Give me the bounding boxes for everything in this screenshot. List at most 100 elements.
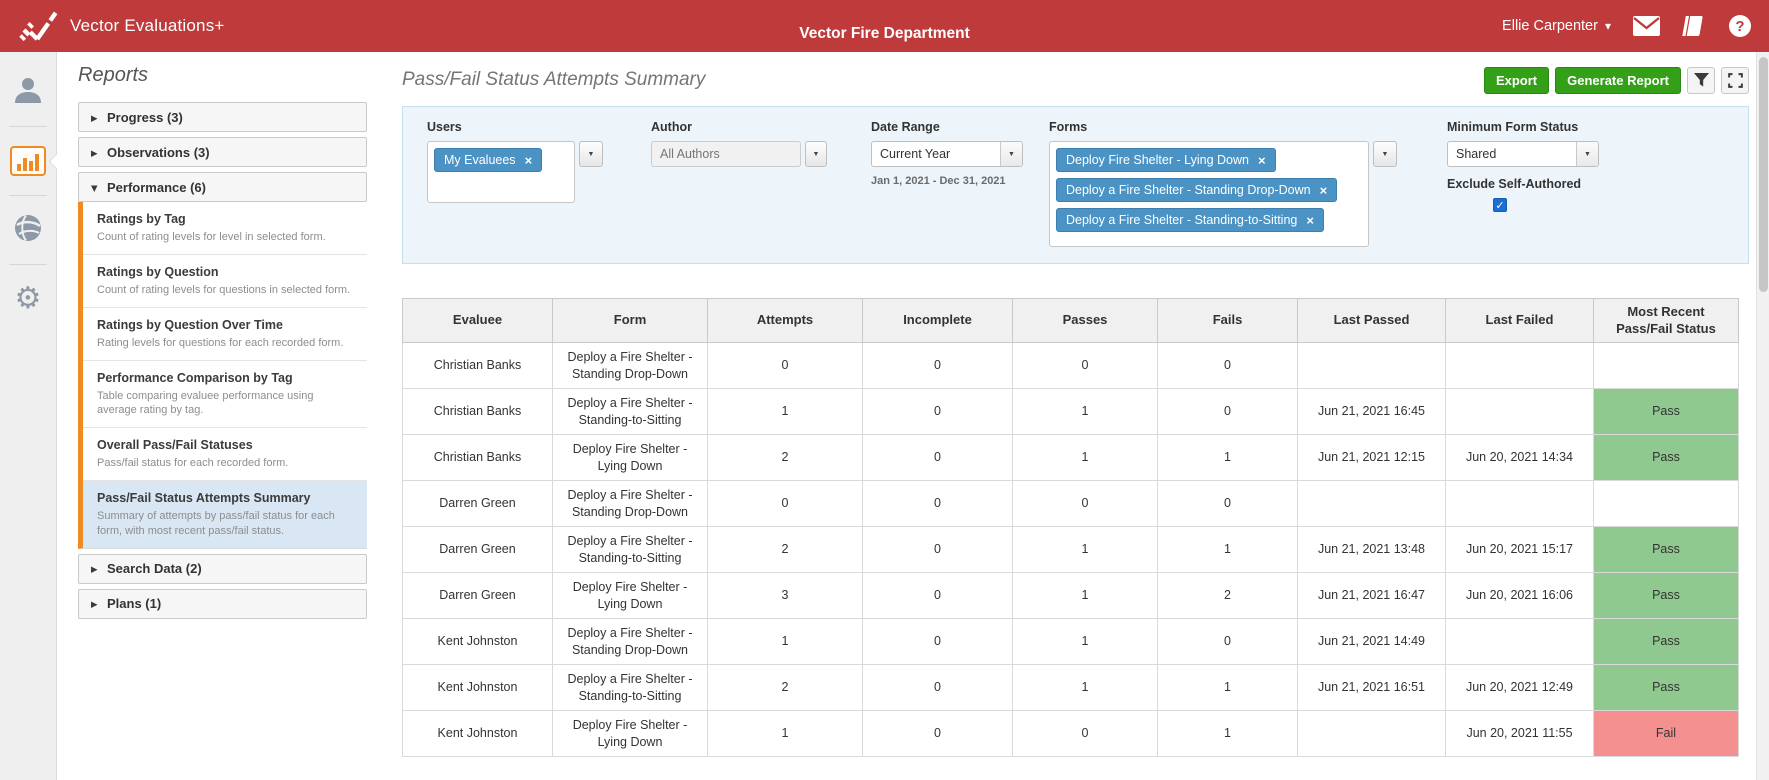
section-label: Observations (3) — [107, 144, 210, 160]
fullscreen-icon — [1727, 72, 1743, 88]
filter-chip-my-evaluees[interactable]: My Evaluees — [434, 148, 543, 172]
cell-fails: 1 — [1157, 664, 1298, 711]
funnel-icon — [1693, 72, 1709, 87]
cell-status: Fail — [1593, 710, 1739, 757]
report-item-title: Performance Comparison by Tag — [97, 370, 293, 385]
filter-chip-form-1[interactable]: Deploy Fire Shelter - Lying Down — [1056, 148, 1276, 172]
nav-rail — [0, 52, 65, 780]
report-item-overall-pass-fail-statuses[interactable]: Overall Pass/Fail Statuses Pass/fail sta… — [83, 428, 367, 482]
cell-fails: 1 — [1157, 710, 1298, 757]
column-header-last-failed: Last Failed — [1445, 298, 1594, 343]
report-item-performance-comparison-by-tag[interactable]: Performance Comparison by Tag Table comp… — [83, 361, 367, 429]
vertical-scrollbar[interactable] — [1756, 52, 1769, 780]
cell-fails: 0 — [1157, 480, 1298, 527]
section-progress[interactable]: Progress (3) — [78, 102, 367, 132]
report-item-desc: Count of rating levels for questions in … — [97, 283, 351, 296]
remove-icon[interactable] — [1306, 214, 1314, 227]
divider — [9, 126, 47, 127]
chevron-right-icon — [91, 110, 107, 125]
help-icon[interactable] — [1729, 15, 1751, 37]
remove-icon[interactable] — [1258, 154, 1266, 167]
cell-status: Pass — [1593, 526, 1739, 573]
column-header-incomplete: Incomplete — [862, 298, 1013, 343]
cell-form: Deploy a Fire Shelter - Standing Drop-Do… — [552, 480, 708, 527]
filter-chip-form-2[interactable]: Deploy a Fire Shelter - Standing Drop-Do… — [1056, 178, 1338, 202]
forms-multiselect[interactable]: Deploy Fire Shelter - Lying Down Deploy … — [1049, 141, 1369, 247]
cell-fails: 1 — [1157, 434, 1298, 481]
forms-dropdown-button[interactable] — [1373, 141, 1397, 167]
cell-incomplete: 0 — [862, 342, 1013, 389]
min-form-status-select[interactable]: Shared — [1447, 141, 1599, 167]
users-multiselect[interactable]: My Evaluees — [427, 141, 575, 203]
cell-last-passed: Jun 21, 2021 16:47 — [1297, 572, 1446, 619]
report-item-ratings-by-tag[interactable]: Ratings by Tag Count of rating levels fo… — [83, 202, 367, 255]
cell-incomplete: 0 — [862, 710, 1013, 757]
cell-last-failed — [1445, 342, 1594, 389]
nav-item-settings[interactable] — [0, 267, 56, 331]
filters-panel: Users My Evaluees Author — [402, 106, 1749, 264]
fullscreen-button[interactable] — [1721, 66, 1749, 94]
cell-evaluee: Darren Green — [402, 480, 553, 527]
cell-attempts: 1 — [707, 388, 863, 435]
cell-incomplete: 0 — [862, 434, 1013, 481]
cell-status: Pass — [1593, 572, 1739, 619]
report-item-ratings-by-question-over-time[interactable]: Ratings by Question Over Time Rating lev… — [83, 308, 367, 361]
report-item-ratings-by-question[interactable]: Ratings by Question Count of rating leve… — [83, 255, 367, 308]
section-search-data[interactable]: Search Data (2) — [78, 553, 367, 584]
section-performance[interactable]: Performance (6) — [78, 172, 367, 202]
filter-button[interactable] — [1687, 66, 1715, 94]
library-icon[interactable] — [1682, 15, 1707, 37]
cell-status — [1593, 342, 1739, 389]
generate-report-button[interactable]: Generate Report — [1555, 66, 1681, 94]
author-dropdown-button[interactable] — [805, 141, 827, 167]
cell-form: Deploy a Fire Shelter - Standing-to-Sitt… — [552, 388, 708, 435]
cell-status: Pass — [1593, 618, 1739, 665]
column-header-fails: Fails — [1157, 298, 1298, 343]
nav-item-people[interactable] — [0, 60, 56, 124]
cell-incomplete: 0 — [862, 526, 1013, 573]
report-item-pass-fail-status-attempts-summary[interactable]: Pass/Fail Status Attempts Summary Summar… — [83, 481, 367, 548]
filter-chip-form-3[interactable]: Deploy a Fire Shelter - Standing-to-Sitt… — [1056, 208, 1324, 232]
date-range-select[interactable]: Current Year — [871, 141, 1023, 167]
reports-panel: Reports Progress (3) Observations (3) Pe… — [57, 52, 367, 780]
users-dropdown-button[interactable] — [579, 141, 603, 167]
cell-evaluee: Kent Johnston — [402, 710, 553, 757]
section-label: Progress (3) — [107, 109, 183, 125]
results-table: Evaluee Form Attempts Incomplete Passes … — [402, 298, 1739, 757]
cell-form: Deploy Fire Shelter - Lying Down — [552, 572, 708, 619]
cell-passes: 1 — [1012, 434, 1158, 481]
cell-last-failed: Jun 20, 2021 14:34 — [1445, 434, 1594, 481]
cell-passes: 1 — [1012, 388, 1158, 435]
user-name: Ellie Carpenter — [1502, 18, 1598, 34]
user-menu[interactable]: Ellie Carpenter — [1502, 18, 1611, 34]
users-filter-label: Users — [427, 120, 462, 134]
gear-icon — [15, 284, 42, 314]
mail-icon[interactable] — [1633, 16, 1660, 36]
remove-icon[interactable] — [1320, 184, 1328, 197]
report-item-title: Ratings by Question — [97, 264, 219, 279]
cell-evaluee: Darren Green — [402, 526, 553, 573]
export-button[interactable]: Export — [1483, 66, 1550, 94]
nav-item-reports-active[interactable] — [0, 129, 65, 193]
main-content: Pass/Fail Status Attempts Summary Export… — [367, 52, 1769, 780]
scrollbar-thumb[interactable] — [1759, 57, 1768, 292]
section-plans[interactable]: Plans (1) — [78, 588, 367, 619]
cell-last-failed: Jun 20, 2021 15:17 — [1445, 526, 1594, 573]
report-item-desc: Count of rating levels for level in sele… — [97, 231, 326, 243]
table-row: Kent Johnston Deploy Fire Shelter - Lyin… — [402, 710, 1739, 757]
chevron-down-icon — [1605, 18, 1611, 34]
column-header-attempts: Attempts — [707, 298, 863, 343]
section-observations[interactable]: Observations (3) — [78, 137, 367, 167]
exclude-self-authored-checkbox[interactable] — [1493, 198, 1507, 212]
forms-filter-label: Forms — [1049, 120, 1088, 134]
cell-status: Pass — [1593, 434, 1739, 481]
divider — [9, 264, 47, 265]
column-header-form: Form — [552, 298, 708, 343]
cell-passes: 1 — [1012, 664, 1158, 711]
report-item-title: Pass/Fail Status Attempts Summary — [97, 491, 311, 506]
remove-icon[interactable] — [525, 154, 533, 167]
cell-last-failed — [1445, 618, 1594, 665]
author-input[interactable] — [651, 141, 801, 167]
nav-item-global[interactable] — [0, 198, 56, 262]
cell-status — [1593, 480, 1739, 527]
